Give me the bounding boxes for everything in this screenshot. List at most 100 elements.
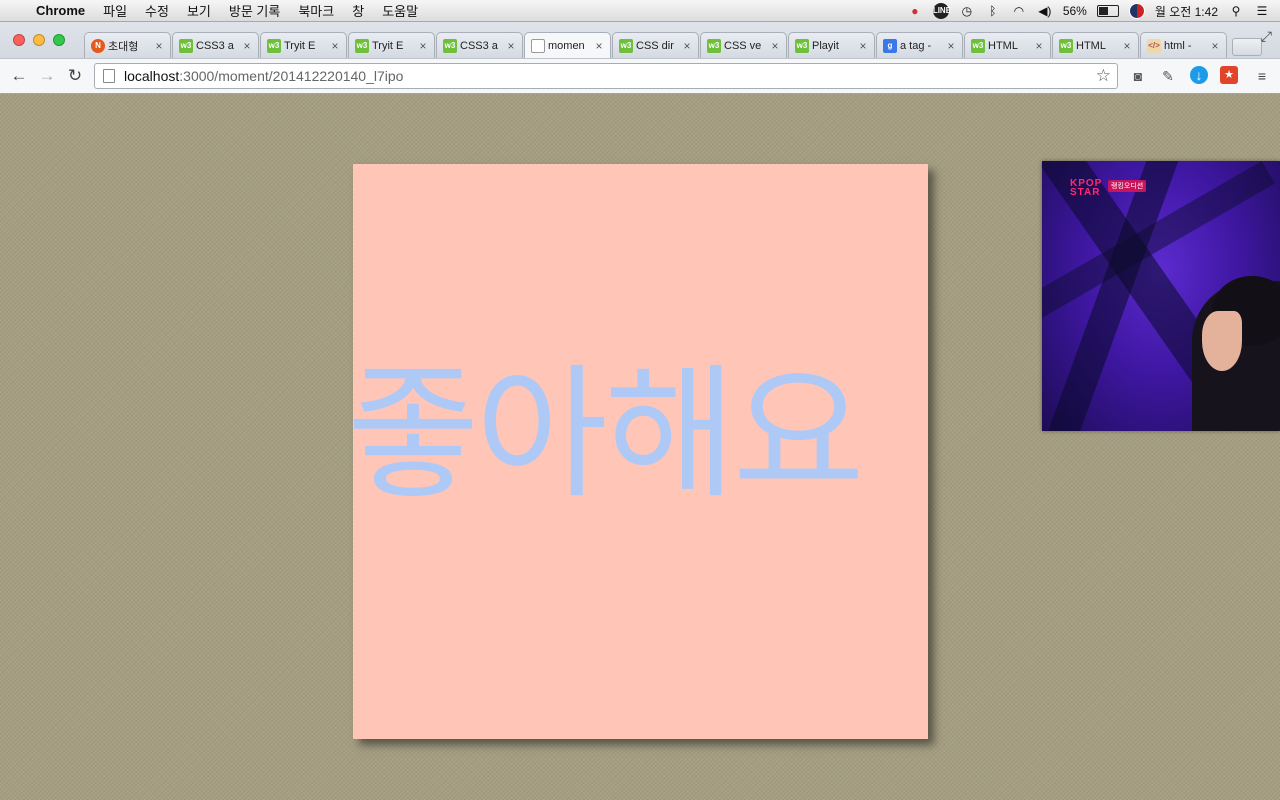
tab-close-icon[interactable]: × [505,39,517,53]
tab-close-icon[interactable]: × [593,39,605,53]
w3-icon: w3 [1059,38,1073,53]
tab[interactable]: N 초대형 × [84,32,171,58]
download-extension-icon[interactable]: ↓ [1190,66,1208,84]
tab-title: Tryit E [372,39,404,52]
browser-toolbar: ← → ↻ localhost:3000/moment/201412220140… [0,58,1280,94]
tab-close-icon[interactable]: × [857,39,869,53]
tab-close-icon[interactable]: × [329,39,341,53]
spotlight-icon[interactable]: ⚲ [1228,3,1244,19]
menu-history[interactable]: 방문 기록 [229,1,280,20]
maximize-window-button[interactable] [53,34,65,46]
tab-strip: N 초대형 × w3 CSS3 a × w3 Tryit E × w3 Tryit E × w3 CSS3… [84,32,1262,58]
time-machine-icon[interactable]: ◷ [959,3,975,19]
tab-close-icon[interactable]: × [681,39,693,53]
bookmark-star-icon[interactable]: ☆ [1096,66,1111,86]
close-window-button[interactable] [13,34,25,46]
page-icon [531,38,545,53]
video-player[interactable]: KPOP STAR 랭킹오디션 [1042,161,1280,431]
notification-center-icon[interactable]: ☰ [1254,3,1270,19]
tab-active[interactable]: momen × [524,32,611,58]
tab-title: HTML [988,39,1018,52]
tab-title: momen [548,39,585,52]
tab-title: a tag - [900,39,932,52]
tab-title: html - [1164,39,1192,52]
google-icon: g [883,38,897,53]
tab[interactable]: w3 CSS dir × [612,32,699,58]
tab-close-icon[interactable]: × [417,39,429,53]
tab-close-icon[interactable]: × [1121,39,1133,53]
new-tab-button[interactable] [1232,38,1262,56]
menu-help[interactable]: 도움말 [382,1,418,20]
reload-button[interactable]: ↻ [64,65,86,87]
tab-close-icon[interactable]: × [241,39,253,53]
page-viewport: 좋아해요 KPOP STAR 랭킹오디션 [0,94,1280,800]
bookmark-manager-extension-icon[interactable]: ★ [1220,66,1238,84]
chrome-menu-icon[interactable]: ≡ [1252,66,1272,86]
tab-title: CSS dir [636,39,674,52]
tab[interactable]: w3 CSS3 a × [436,32,523,58]
w3-icon: w3 [355,38,369,53]
wifi-icon[interactable]: ◠ [1011,3,1027,19]
tab[interactable]: w3 Playit × [788,32,875,58]
tab[interactable]: w3 Tryit E × [348,32,435,58]
page-icon [103,69,115,83]
menu-view[interactable]: 보기 [187,1,211,20]
input-source-icon[interactable] [1128,3,1145,19]
menu-file[interactable]: 파일 [103,1,127,20]
code-icon: </> [1147,38,1161,53]
tab-title: Tryit E [284,39,316,52]
pocket-extension-icon[interactable]: ◙ [1128,66,1148,86]
tab-close-icon[interactable]: × [1209,39,1221,53]
fullscreen-icon[interactable]: ⤢ [1261,28,1272,45]
status-area: ● LINE ◷ ᛒ ◠ ◀) 56% 월 오전 1:42 ⚲ ☰ [907,0,1270,22]
menu-bar: Chrome 파일 수정 보기 방문 기록 북마크 창 도움말 ● LINE ◷… [0,0,1280,22]
w3-icon: w3 [179,38,193,53]
line-icon[interactable]: LINE [932,3,951,19]
url-path: :3000/moment/201412220140_l7ipo [179,68,404,84]
menu-window[interactable]: 창 [352,1,364,20]
moment-card[interactable]: 좋아해요 [353,164,928,739]
back-button[interactable]: ← [8,65,30,87]
tab-title: CSS3 a [460,39,498,52]
tab[interactable]: </> html - × [1140,32,1227,58]
broadcast-tag: 랭킹오디션 [1108,180,1147,192]
w3-icon: w3 [971,38,985,53]
tab-close-icon[interactable]: × [769,39,781,53]
tab[interactable]: w3 Tryit E × [260,32,347,58]
battery-icon[interactable] [1096,5,1119,17]
tab-title: Playit [812,39,839,52]
gn-icon: N [91,38,105,53]
menu-app-name[interactable]: Chrome [36,3,85,18]
volume-icon[interactable]: ◀) [1037,3,1053,19]
eyedropper-extension-icon[interactable]: ✎ [1158,66,1178,86]
menu-bookmarks[interactable]: 북마크 [298,1,334,20]
performer-face [1202,311,1242,371]
bluetooth-icon[interactable]: ᛒ [985,3,1001,19]
url-host: localhost [124,68,180,84]
tab[interactable]: w3 CSS ve × [700,32,787,58]
w3-icon: w3 [267,38,281,53]
tab[interactable]: w3 CSS3 a × [172,32,259,58]
broadcast-logo: KPOP STAR [1070,178,1103,198]
w3-icon: w3 [795,38,809,53]
tab[interactable]: w3 HTML × [964,32,1051,58]
tab-close-icon[interactable]: × [1033,39,1045,53]
tab-close-icon[interactable]: × [945,39,957,53]
battery-percent: 56% [1062,4,1087,18]
tab[interactable]: w3 HTML × [1052,32,1139,58]
menu-edit[interactable]: 수정 [145,1,169,20]
window-controls [13,34,65,46]
w3-icon: w3 [443,38,457,53]
chat-notification-icon[interactable]: ● [907,3,923,19]
minimize-window-button[interactable] [33,34,45,46]
forward-button[interactable]: → [36,65,58,87]
tab-title: HTML [1076,39,1106,52]
tab-title: CSS3 a [196,39,234,52]
w3-icon: w3 [619,38,633,53]
browser-window: N 초대형 × w3 CSS3 a × w3 Tryit E × w3 Tryit E × w3 CSS3… [0,22,1280,94]
address-bar[interactable]: localhost:3000/moment/201412220140_l7ipo… [94,63,1118,89]
tab-close-icon[interactable]: × [153,39,165,53]
tab[interactable]: ga tag - × [876,32,963,58]
menubar-clock[interactable]: 월 오전 1:42 [1155,3,1218,20]
tab-title: 초대형 [108,40,139,53]
